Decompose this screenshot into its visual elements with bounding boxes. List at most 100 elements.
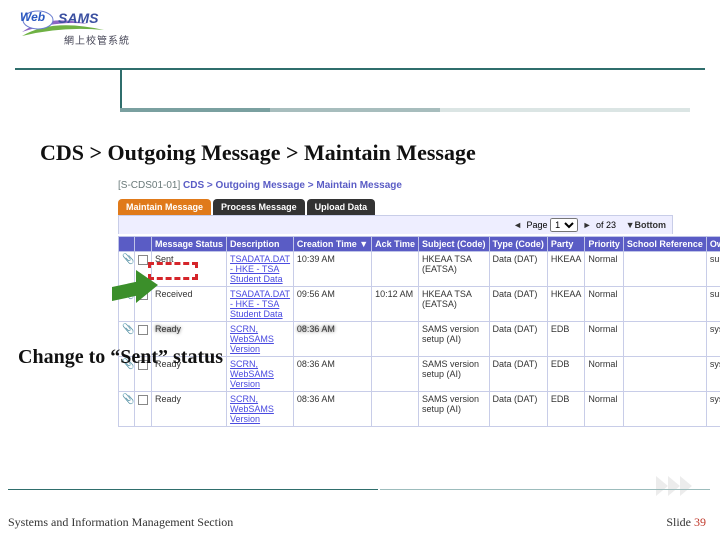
footer-divider-b [380, 489, 710, 490]
cell-type: Data (DAT) [489, 357, 547, 392]
pager: ◄ Page 1 ► of 23 ▼Bottom [118, 215, 673, 234]
logo-subtitle: 網上校管系統 [64, 32, 130, 47]
cell-creation-time: 10:39 AM [293, 252, 371, 287]
column-header[interactable]: Subject (Code) [419, 237, 490, 252]
arrow-to-sent-icon [112, 270, 162, 300]
cell-subject: SAMS version setup (AI) [419, 392, 490, 427]
column-header[interactable]: Owner [706, 237, 720, 252]
column-header[interactable]: Type (Code) [489, 237, 547, 252]
table-row: 📎 ReadySCRN, WebSAMS Version08:36 AM SAMS … [119, 392, 720, 427]
cell-school-ref [623, 392, 706, 427]
pager-prev-icon[interactable]: ◄ [511, 220, 524, 230]
pager-page-select[interactable]: 1 [550, 218, 578, 232]
cell-priority: Normal [585, 252, 624, 287]
cell-type: Data (DAT) [489, 252, 547, 287]
row-checkbox[interactable] [138, 255, 148, 265]
column-header[interactable] [135, 237, 152, 252]
column-header[interactable]: Priority [585, 237, 624, 252]
cell-ack-time: 10:12 AM [372, 287, 419, 322]
tab-process-message[interactable]: Process Message [213, 199, 305, 215]
tab-maintain-message[interactable]: Maintain Message [118, 199, 211, 215]
message-table: Message StatusDescriptionCreation Time ▼… [118, 236, 720, 427]
cell-description[interactable]: TSADATA.DAT - HKE - TSA Student Data [227, 287, 294, 322]
column-header[interactable] [119, 237, 135, 252]
cell-check [135, 392, 152, 427]
cell-school-ref [623, 357, 706, 392]
footer-slide-num: 39 [694, 515, 706, 529]
cell-priority: Normal [585, 357, 624, 392]
cell-party: EDB [547, 322, 585, 357]
divider-top [15, 68, 705, 70]
divider-vertical [120, 68, 122, 112]
cell-description[interactable]: TSADATA.DAT - HKE - TSA Student Data [227, 252, 294, 287]
cell-priority: Normal [585, 287, 624, 322]
cell-subject: HKEAA TSA (EATSA) [419, 252, 490, 287]
cell-type: Data (DAT) [489, 322, 547, 357]
next-slide-chevrons-icon [656, 472, 702, 500]
tab-upload-data[interactable]: Upload Data [307, 199, 376, 215]
attachment-icon: 📎 [122, 324, 131, 335]
cell-description[interactable]: SCRN, WebSAMS Version [227, 357, 294, 392]
cell-school-ref [623, 287, 706, 322]
cell-priority: Normal [585, 322, 624, 357]
cell-status: Ready [152, 392, 227, 427]
cell-school-ref [623, 322, 706, 357]
cell-creation-time: 08:36 AM [293, 392, 371, 427]
cell-ack-time [372, 322, 419, 357]
cell-subject: HKEAA TSA (EATSA) [419, 287, 490, 322]
logo: Web SAMS 網上校管系統 [18, 8, 148, 66]
pager-of-label: of 23 [596, 220, 616, 230]
row-checkbox[interactable] [138, 325, 148, 335]
cell-owner: sysadmin [706, 322, 720, 357]
table-row: 📎SentTSADATA.DAT - HKE - TSA Student Dat… [119, 252, 720, 287]
divider-mid-a [120, 108, 270, 112]
pager-bottom-link[interactable]: ▼Bottom [624, 220, 668, 230]
breadcrumb-path: CDS > Outgoing Message > Maintain Messag… [183, 180, 402, 191]
divider-mid-b [270, 108, 440, 112]
cell-status: Received [152, 287, 227, 322]
app-screenshot: [S-CDS01-01] CDS > Outgoing Message > Ma… [118, 180, 678, 480]
column-header[interactable]: Ack Time [372, 237, 419, 252]
cell-owner: super1 [706, 252, 720, 287]
column-header[interactable]: Message Status [152, 237, 227, 252]
footer-slide-number: Slide 39 [666, 515, 706, 530]
cell-type: Data (DAT) [489, 392, 547, 427]
slide-title: CDS > Outgoing Message > Maintain Messag… [40, 140, 476, 166]
row-checkbox[interactable] [138, 395, 148, 405]
cell-subject: SAMS version setup (AI) [419, 357, 490, 392]
column-header[interactable]: School Reference [623, 237, 706, 252]
cell-attach: 📎 [119, 392, 135, 427]
cell-creation-time: 08:36 AM [293, 357, 371, 392]
callout-text: Change to “Sent” status [18, 346, 223, 369]
column-header[interactable]: Creation Time ▼ [293, 237, 371, 252]
table-row: 📎ReceivedTSADATA.DAT - HKE - TSA Student… [119, 287, 720, 322]
cell-description[interactable]: SCRN, WebSAMS Version [227, 322, 294, 357]
pager-label-page: Page [527, 220, 548, 230]
cell-party: HKEAA [547, 252, 585, 287]
page-id: [S-CDS01-01] [118, 180, 180, 191]
logo-text-main: SAMS [58, 10, 98, 26]
cell-description[interactable]: SCRN, WebSAMS Version [227, 392, 294, 427]
pager-next-icon[interactable]: ► [581, 220, 594, 230]
attachment-icon: 📎 [122, 394, 131, 405]
footer-org: Systems and Information Management Secti… [8, 515, 233, 530]
cell-ack-time [372, 252, 419, 287]
logo-text-web: Web [20, 10, 45, 24]
divider-mid-c [440, 108, 690, 112]
cell-owner: super1 [706, 287, 720, 322]
cell-creation-time: 09:56 AM [293, 287, 371, 322]
cell-type: Data (DAT) [489, 287, 547, 322]
cell-creation-time: 08:36 AM [293, 322, 371, 357]
cell-subject: SAMS version setup (AI) [419, 322, 490, 357]
attachment-icon: 📎 [122, 254, 131, 265]
cell-ack-time [372, 357, 419, 392]
column-header[interactable]: Description [227, 237, 294, 252]
footer-slide-label: Slide [666, 515, 694, 529]
cell-ack-time [372, 392, 419, 427]
cell-party: EDB [547, 392, 585, 427]
cell-owner: sysadmin [706, 357, 720, 392]
column-header[interactable]: Party [547, 237, 585, 252]
tab-bar: Maintain MessageProcess MessageUpload Da… [118, 197, 678, 215]
table-header-row: Message StatusDescriptionCreation Time ▼… [119, 237, 720, 252]
footer-divider-a [8, 489, 378, 490]
